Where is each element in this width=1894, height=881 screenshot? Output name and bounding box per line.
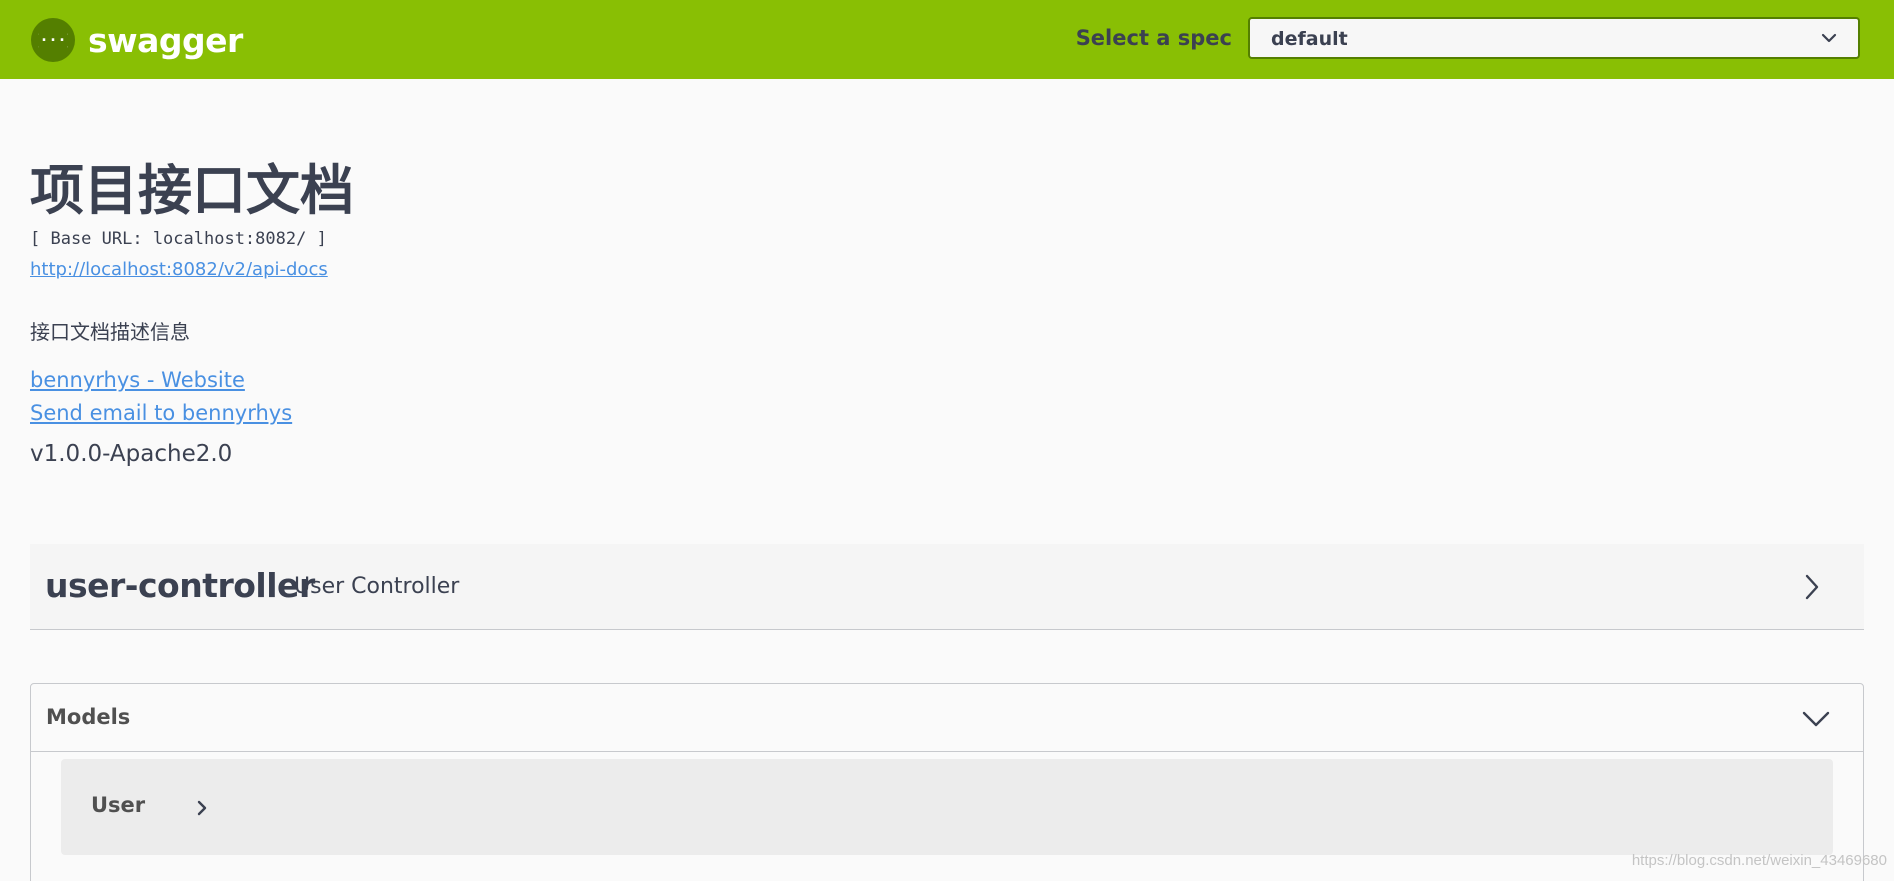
select-spec-label: Select a spec (1075, 26, 1232, 50)
chevron-down-icon[interactable] (1801, 710, 1831, 728)
chevron-down-icon (1821, 33, 1837, 43)
swagger-braces-icon: {···} (31, 18, 75, 62)
model-user[interactable]: User (61, 759, 1833, 855)
models-title: Models (46, 705, 131, 729)
model-name: User (91, 793, 146, 817)
watermark: https://blog.csdn.net/weixin_43469680 (1631, 852, 1887, 869)
models-header[interactable]: Models (31, 684, 1863, 752)
swagger-logo[interactable]: {···} swagger (31, 18, 243, 62)
page-title: 项目接口文档 (30, 159, 354, 222)
email-link[interactable]: Send email to bennyrhys (30, 401, 292, 425)
api-docs-link[interactable]: http://localhost:8082/v2/api-docs (30, 259, 328, 280)
tag-description: User Controller (294, 574, 460, 599)
tag-user-controller[interactable]: user-controller User Controller (30, 544, 1864, 630)
logo-text: swagger (88, 20, 243, 60)
base-url: [ Base URL: localhost:8082/ ] (30, 229, 327, 249)
topbar: {···} swagger Select a spec default (0, 0, 1894, 79)
chevron-right-icon[interactable] (1804, 573, 1820, 601)
api-description: 接口文档描述信息 (30, 320, 190, 344)
website-link[interactable]: bennyrhys - Website (30, 368, 245, 392)
spec-select[interactable]: default (1248, 17, 1860, 59)
spec-select-value: default (1271, 28, 1348, 50)
tag-name: user-controller (45, 566, 315, 605)
chevron-right-icon[interactable] (197, 800, 207, 816)
svg-text:{···}: {···} (38, 31, 68, 49)
version-license: v1.0.0-Apache2.0 (30, 441, 233, 467)
models-section: Models User (30, 683, 1864, 881)
